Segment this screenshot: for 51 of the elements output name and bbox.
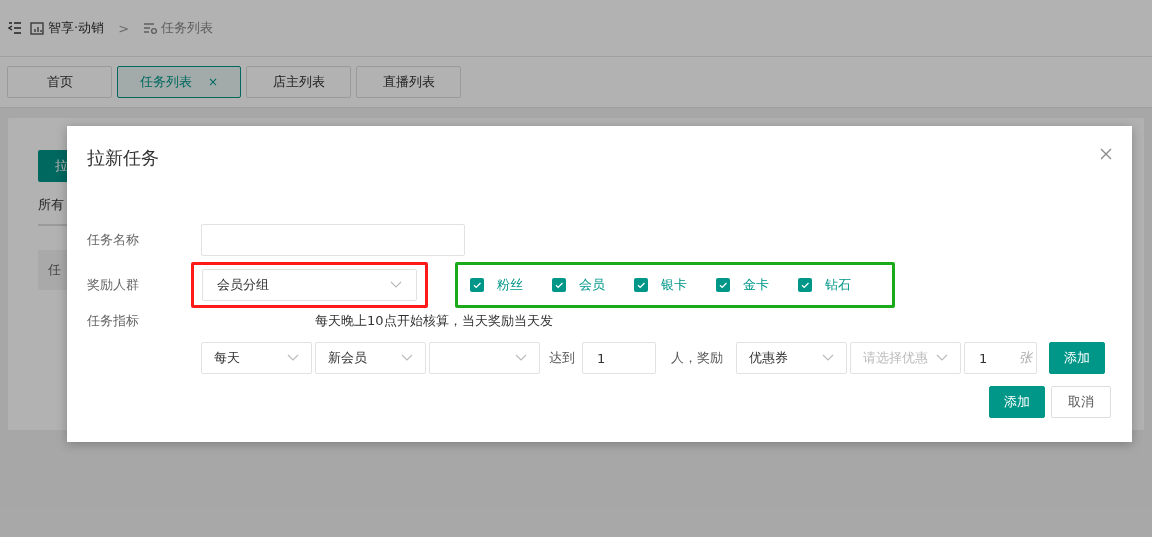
number-field[interactable]: 1 张	[964, 342, 1037, 374]
field-text: 达到	[549, 349, 575, 367]
checkbox-option[interactable]: 钻石	[798, 276, 880, 294]
tab[interactable]: 直播列表	[356, 66, 462, 98]
caret-icon	[515, 354, 527, 362]
tab[interactable]: 首页	[7, 66, 112, 98]
caret-icon	[822, 354, 834, 362]
checkbox[interactable]	[552, 278, 566, 292]
menu-icon[interactable]	[8, 21, 22, 35]
dropdown[interactable]: 新会员	[315, 342, 426, 374]
dropdown[interactable]: 每天	[201, 342, 312, 374]
checkbox-option[interactable]: 粉丝	[470, 276, 552, 294]
dialog-title: 拉新任务	[87, 146, 159, 170]
checkbox[interactable]	[716, 278, 730, 292]
tab[interactable]: 任务列表 ×	[117, 66, 242, 98]
number-field[interactable]: 1	[582, 342, 656, 374]
tab[interactable]: 店主列表	[246, 66, 352, 98]
field-label: 任务指标	[87, 312, 140, 330]
breadcrumb-link[interactable]: 智享·动销	[30, 19, 105, 37]
dropdown[interactable]: 会员分组	[202, 269, 417, 301]
field-label: 任务名称	[87, 231, 140, 249]
option-label: 金卡	[743, 276, 769, 294]
caret-icon	[936, 354, 948, 362]
field-label: 奖励人群	[87, 276, 140, 294]
dropdown[interactable]: 优惠券	[736, 342, 847, 374]
close-icon[interactable]	[1100, 148, 1112, 160]
add-button[interactable]: 添加	[1049, 342, 1105, 374]
caret-icon	[401, 354, 413, 362]
option-label: 钻石	[825, 276, 851, 294]
checkbox-option[interactable]: 金卡	[716, 276, 798, 294]
add-button[interactable]: 添加	[989, 386, 1045, 418]
checkbox-option[interactable]: 会员	[552, 276, 634, 294]
list-settings-icon	[143, 21, 158, 35]
option-label: 银卡	[661, 276, 687, 294]
option-label: 会员	[579, 276, 605, 294]
breadcrumb-separator: >	[118, 20, 130, 36]
checkbox[interactable]	[470, 278, 484, 292]
chart-icon	[30, 21, 44, 35]
close-icon[interactable]: ×	[208, 75, 219, 89]
caret-icon	[390, 281, 402, 289]
dropdown[interactable]: 请选择优惠	[850, 342, 961, 374]
checkbox[interactable]	[798, 278, 812, 292]
caret-icon	[287, 354, 299, 362]
breadcrumb-link[interactable]: 任务列表	[143, 19, 214, 37]
checkbox[interactable]	[634, 278, 648, 292]
cancel-button[interactable]: 取消	[1051, 386, 1111, 418]
checkbox-option[interactable]: 银卡	[634, 276, 716, 294]
hint-text: 每天晚上10点开始核算，当天奖励当天发	[315, 312, 553, 330]
option-label: 粉丝	[497, 276, 523, 294]
field-text: 人，奖励	[671, 349, 723, 367]
text-field[interactable]	[201, 224, 465, 256]
